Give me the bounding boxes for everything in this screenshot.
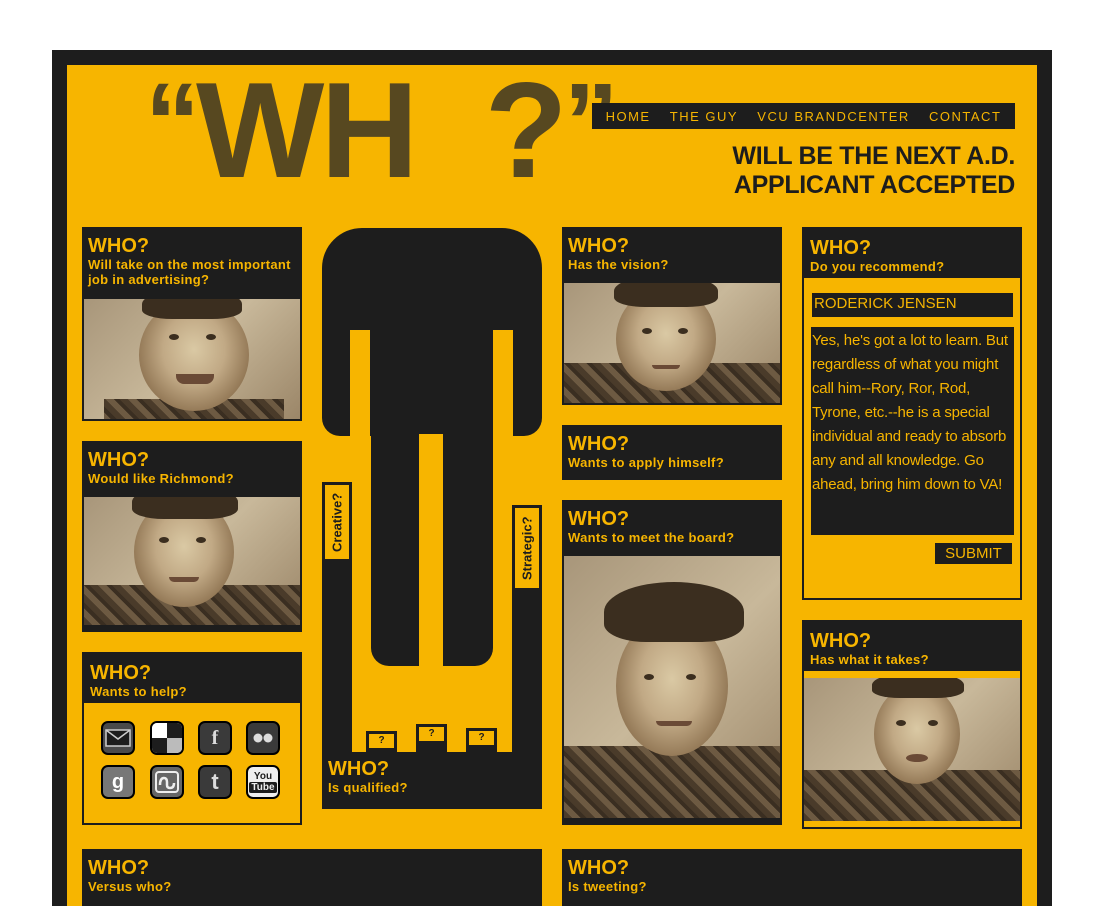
photo-takes bbox=[804, 678, 1020, 821]
panel-tweeting: WHO? Is tweeting? bbox=[562, 849, 1022, 906]
main-nav: HOME THE GUY VCU BRANDCENTER CONTACT bbox=[592, 103, 1015, 129]
panel-takes: WHO? Has what it takes? bbox=[802, 620, 1022, 829]
creative-label: Creative? bbox=[325, 485, 349, 559]
photo-vision bbox=[564, 283, 780, 403]
skill-bar-3-label: ? bbox=[469, 731, 494, 745]
panel-header: WHO? Is qualified? bbox=[322, 752, 542, 799]
panel-who: WHO? bbox=[88, 857, 150, 879]
message-field[interactable]: Yes, he's got a lot to learn. But regard… bbox=[811, 327, 1014, 535]
skill-bar-1-label: ? bbox=[369, 734, 394, 748]
panel-who: WHO? bbox=[328, 758, 390, 780]
panel-header: WHO? Do you recommend? bbox=[804, 229, 1020, 278]
twitter-icon[interactable]: t bbox=[198, 765, 232, 799]
panel-header: WHO? Wants to apply himself? bbox=[562, 425, 782, 474]
panel-question: Will take on the most important job in a… bbox=[88, 257, 291, 287]
nav-contact[interactable]: CONTACT bbox=[929, 109, 1001, 124]
panel-who: WHO? bbox=[568, 235, 630, 257]
panel-richmond: WHO? Would like Richmond? bbox=[82, 441, 302, 632]
photo-advertising bbox=[84, 299, 300, 419]
panel-qualified: WHO? Is qualified? bbox=[322, 752, 542, 809]
panel-who: WHO? bbox=[568, 857, 630, 879]
panel-question: Wants to apply himself? bbox=[568, 455, 724, 470]
panel-who: WHO? bbox=[90, 662, 152, 684]
strategic-label: Strategic? bbox=[515, 508, 539, 588]
panel-question: Has what it takes? bbox=[810, 652, 929, 667]
panel-question: Versus who? bbox=[88, 879, 172, 894]
panel-question: Wants to meet the board? bbox=[568, 530, 735, 545]
panel-header: WHO? Has the vision? bbox=[562, 227, 782, 276]
facebook-icon[interactable]: f bbox=[198, 721, 232, 755]
panel-header: WHO? Will take on the most important job… bbox=[82, 227, 302, 291]
youtube-icon[interactable]: You Tube bbox=[246, 765, 280, 799]
google-icon[interactable]: g bbox=[101, 765, 135, 799]
site-logo[interactable]: “WH?” bbox=[145, 61, 619, 198]
panel-question: Do you recommend? bbox=[810, 259, 945, 274]
panel-apply: WHO? Wants to apply himself? bbox=[562, 425, 782, 480]
panel-question: Is tweeting? bbox=[568, 879, 647, 894]
panel-header: WHO? Has what it takes? bbox=[804, 622, 1020, 671]
panel-versus: WHO? Versus who? bbox=[82, 849, 542, 906]
panel-board: WHO? Wants to meet the board? bbox=[562, 500, 782, 825]
nav-vcu-brandcenter[interactable]: VCU BRANDCENTER bbox=[757, 109, 910, 124]
email-icon[interactable] bbox=[101, 721, 135, 755]
figure-arm-gap-left bbox=[350, 330, 370, 440]
panel-who: WHO? bbox=[88, 235, 150, 257]
panel-who: WHO? bbox=[568, 508, 630, 530]
panel-header: WHO? Versus who? bbox=[82, 849, 542, 898]
logo-text-right: ? bbox=[484, 54, 568, 206]
panel-who: WHO? bbox=[810, 237, 872, 259]
panel-header: WHO? Wants to help? bbox=[84, 654, 300, 703]
tagline: WILL BE THE NEXT A.D. APPLICANT ACCEPTED bbox=[732, 142, 1015, 200]
logo-open-quote: “ bbox=[145, 61, 200, 184]
nav-home[interactable]: HOME bbox=[606, 109, 651, 124]
figure-leg-gap bbox=[419, 434, 443, 674]
name-field[interactable]: RODERICK JENSEN bbox=[811, 292, 1014, 318]
panel-who: WHO? bbox=[88, 449, 150, 471]
panel-question: Is qualified? bbox=[328, 780, 408, 795]
photo-board bbox=[564, 556, 780, 818]
youtube-text-bottom: Tube bbox=[249, 782, 277, 793]
stumbleupon-icon[interactable] bbox=[150, 765, 184, 799]
figure-arm-gap-right bbox=[493, 330, 513, 440]
panel-question: Has the vision? bbox=[568, 257, 669, 272]
panel-who: WHO? bbox=[568, 433, 630, 455]
delicious-icon[interactable] bbox=[150, 721, 184, 755]
panel-question: Wants to help? bbox=[90, 684, 187, 699]
youtube-text-top: You bbox=[253, 771, 273, 782]
panel-who: WHO? bbox=[810, 630, 872, 652]
flickr-icon[interactable] bbox=[246, 721, 280, 755]
panel-header: WHO? Wants to meet the board? bbox=[562, 500, 782, 549]
tagline-line-2: APPLICANT ACCEPTED bbox=[733, 171, 1015, 199]
tagline-line-1: WILL BE THE NEXT A.D. bbox=[732, 142, 1015, 170]
panel-advertising: WHO? Will take on the most important job… bbox=[82, 227, 302, 421]
panel-question: Would like Richmond? bbox=[88, 471, 234, 486]
nav-the-guy[interactable]: THE GUY bbox=[670, 109, 738, 124]
submit-button[interactable]: SUBMIT bbox=[935, 543, 1012, 564]
panel-vision: WHO? Has the vision? bbox=[562, 227, 782, 405]
panel-header: WHO? Would like Richmond? bbox=[82, 441, 302, 490]
photo-richmond bbox=[84, 497, 300, 625]
panel-header: WHO? Is tweeting? bbox=[562, 849, 1022, 898]
skill-bar-2-label: ? bbox=[419, 727, 444, 741]
logo-text-left: WH bbox=[196, 54, 419, 206]
